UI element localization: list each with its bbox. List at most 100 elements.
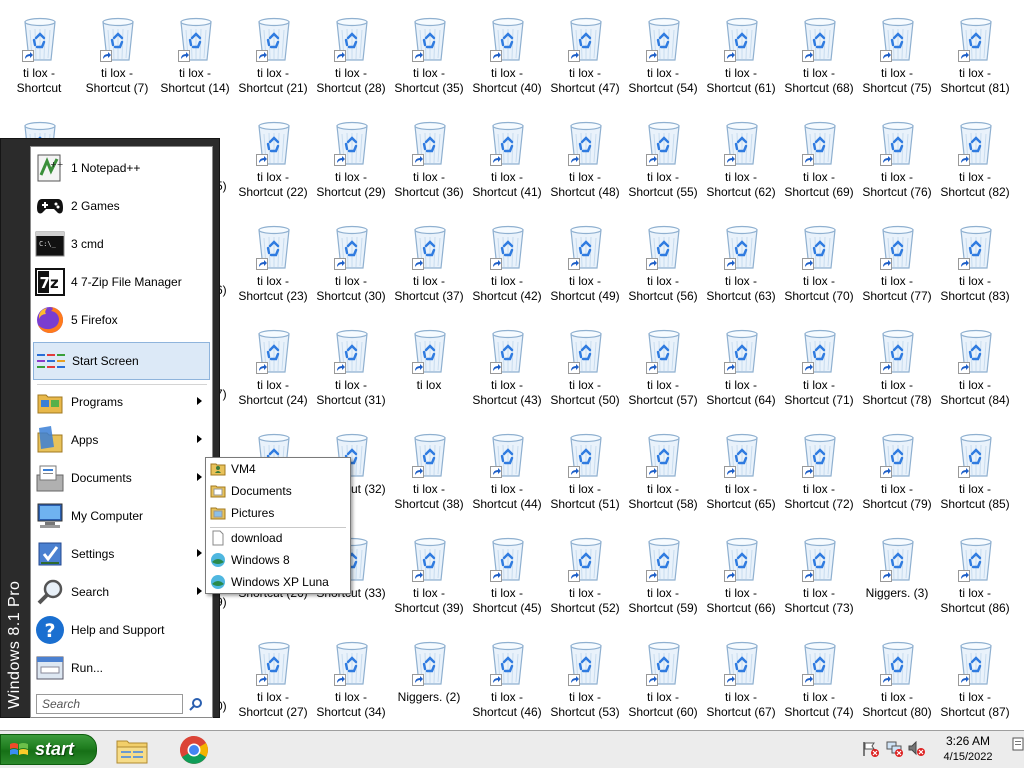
menu-item-cmd[interactable]: C:\_ 3 cmd <box>33 226 210 262</box>
submenu-item-download[interactable]: download <box>209 528 347 548</box>
desktop-shortcut[interactable]: ti lox - Shortcut (46) <box>468 632 546 730</box>
desktop-shortcut[interactable]: ti lox - Shortcut (49) <box>546 216 624 320</box>
desktop-shortcut[interactable]: ti lox - Shortcut (40) <box>468 8 546 112</box>
desktop-shortcut[interactable]: ti lox - Shortcut (57) <box>624 320 702 424</box>
start-button[interactable]: start <box>0 734 97 765</box>
desktop-shortcut[interactable]: ti lox - Shortcut (69) <box>780 112 858 216</box>
start-menu-search-input[interactable]: Search <box>36 694 183 714</box>
desktop-shortcut[interactable]: ti lox - Shortcut (22) <box>234 112 312 216</box>
menu-item-firefox[interactable]: 5 Firefox <box>33 302 210 338</box>
desktop-shortcut[interactable]: ti lox - Shortcut (34) <box>312 632 390 730</box>
desktop-shortcut[interactable]: ti lox - Shortcut (79) <box>858 424 936 528</box>
desktop-shortcut[interactable]: ti lox - Shortcut (50) <box>546 320 624 424</box>
desktop-shortcut[interactable]: ti lox - Shortcut (47) <box>546 8 624 112</box>
menu-item-my-computer[interactable]: My Computer <box>33 498 210 534</box>
desktop-shortcut[interactable]: ti lox - Shortcut (72) <box>780 424 858 528</box>
desktop-shortcut[interactable]: ti lox <box>390 320 468 424</box>
menu-item-7zip[interactable]: 7z 4 7-Zip File Manager <box>33 264 210 300</box>
menu-item-notepad-plus-plus[interactable]: ++ 1 Notepad++ <box>33 150 210 186</box>
menu-item-help-and-support[interactable]: ? Help and Support <box>33 612 210 648</box>
search-icon[interactable] <box>185 694 207 714</box>
desktop-shortcut[interactable]: ti lox - Shortcut (73) <box>780 528 858 632</box>
desktop-shortcut[interactable]: ti lox - Shortcut (68) <box>780 8 858 112</box>
desktop-shortcut[interactable]: Niggers. (2) <box>390 632 468 730</box>
desktop-shortcut[interactable]: ti lox - Shortcut (67) <box>702 632 780 730</box>
desktop-shortcut[interactable]: ti lox - Shortcut (41) <box>468 112 546 216</box>
menu-item-run[interactable]: Run... <box>33 650 210 686</box>
desktop-shortcut[interactable]: ti lox - Shortcut (63) <box>702 216 780 320</box>
notification-icon[interactable] <box>1012 737 1024 751</box>
desktop-shortcut[interactable]: ti lox - Shortcut (62) <box>702 112 780 216</box>
submenu-item-vm4[interactable]: VM4 <box>209 459 347 479</box>
desktop-shortcut[interactable]: ti lox - Shortcut (21) <box>234 8 312 112</box>
menu-item-programs[interactable]: Programs <box>33 384 210 420</box>
desktop-shortcut[interactable]: ti lox - Shortcut (71) <box>780 320 858 424</box>
desktop-shortcut[interactable]: ti lox - Shortcut (85) <box>936 424 1014 528</box>
desktop-shortcut[interactable]: ti lox - Shortcut (42) <box>468 216 546 320</box>
desktop-shortcut[interactable]: ti lox - Shortcut (78) <box>858 320 936 424</box>
clock[interactable]: 3:26 AM 4/15/2022 <box>936 733 1000 765</box>
desktop-shortcut[interactable]: ti lox - Shortcut (35) <box>390 8 468 112</box>
desktop-shortcut[interactable]: Niggers. (3) <box>858 528 936 632</box>
file-explorer-taskbar-button[interactable] <box>114 733 150 766</box>
desktop-shortcut[interactable]: ti lox - Shortcut (48) <box>546 112 624 216</box>
volume-icon[interactable] <box>908 740 926 757</box>
submenu-item-windows-8[interactable]: Windows 8 <box>209 550 347 570</box>
desktop-shortcut[interactable]: ti lox - Shortcut (24) <box>234 320 312 424</box>
desktop-shortcut[interactable]: ti lox - Shortcut (76) <box>858 112 936 216</box>
desktop-shortcut[interactable]: ti lox - Shortcut (30) <box>312 216 390 320</box>
desktop-shortcut[interactable]: ti lox - Shortcut (38) <box>390 424 468 528</box>
submenu-item-pictures[interactable]: Pictures <box>209 503 347 523</box>
network-icon[interactable] <box>886 741 904 757</box>
desktop-shortcut[interactable]: ti lox - Shortcut (82) <box>936 112 1014 216</box>
desktop-shortcut[interactable]: ti lox - Shortcut (56) <box>624 216 702 320</box>
menu-item-apps[interactable]: Apps <box>33 422 210 458</box>
desktop-shortcut[interactable]: ti lox - Shortcut (7) <box>78 8 156 112</box>
desktop-shortcut[interactable]: ti lox - Shortcut (31) <box>312 320 390 424</box>
menu-item-games[interactable]: 2 Games <box>33 188 210 224</box>
menu-item-documents[interactable]: Documents <box>33 460 210 496</box>
desktop-shortcut[interactable]: ti lox - Shortcut (77) <box>858 216 936 320</box>
desktop-shortcut[interactable]: ti lox - Shortcut (60) <box>624 632 702 730</box>
menu-item-start-screen[interactable]: Start Screen <box>33 342 210 380</box>
desktop-shortcut[interactable]: ti lox - Shortcut (52) <box>546 528 624 632</box>
desktop-shortcut[interactable]: ti lox - Shortcut <box>0 8 78 112</box>
desktop-shortcut[interactable]: ti lox - Shortcut (29) <box>312 112 390 216</box>
menu-item-search[interactable]: Search <box>33 574 210 610</box>
desktop-shortcut[interactable]: ti lox - Shortcut (36) <box>390 112 468 216</box>
desktop-shortcut-label: ti lox - Shortcut (85) <box>940 482 1010 511</box>
desktop-shortcut[interactable]: ti lox - Shortcut (65) <box>702 424 780 528</box>
desktop-shortcut[interactable]: ti lox - Shortcut (51) <box>546 424 624 528</box>
desktop-shortcut[interactable]: ti lox - Shortcut (27) <box>234 632 312 730</box>
chrome-taskbar-button[interactable] <box>176 733 212 766</box>
menu-item-settings[interactable]: Settings <box>33 536 210 572</box>
desktop-shortcut[interactable]: ti lox - Shortcut (86) <box>936 528 1014 632</box>
desktop-shortcut[interactable]: ti lox - Shortcut (45) <box>468 528 546 632</box>
desktop-shortcut[interactable]: ti lox - Shortcut (58) <box>624 424 702 528</box>
desktop-shortcut[interactable]: ti lox - Shortcut (80) <box>858 632 936 730</box>
desktop-shortcut[interactable]: ti lox - Shortcut (44) <box>468 424 546 528</box>
action-center-flag-icon[interactable] <box>862 741 880 757</box>
desktop-shortcut[interactable]: ti lox - Shortcut (39) <box>390 528 468 632</box>
desktop-shortcut[interactable]: ti lox - Shortcut (28) <box>312 8 390 112</box>
desktop-shortcut[interactable]: ti lox - Shortcut (64) <box>702 320 780 424</box>
desktop-shortcut[interactable]: ti lox - Shortcut (87) <box>936 632 1014 730</box>
desktop-shortcut[interactable]: ti lox - Shortcut (70) <box>780 216 858 320</box>
desktop-shortcut[interactable]: ti lox - Shortcut (59) <box>624 528 702 632</box>
desktop-shortcut[interactable]: ti lox - Shortcut (81) <box>936 8 1014 112</box>
desktop-shortcut[interactable]: ti lox - Shortcut (53) <box>546 632 624 730</box>
desktop-shortcut[interactable]: ti lox - Shortcut (37) <box>390 216 468 320</box>
desktop-shortcut[interactable]: ti lox - Shortcut (23) <box>234 216 312 320</box>
desktop-shortcut[interactable]: ti lox - Shortcut (84) <box>936 320 1014 424</box>
desktop-shortcut[interactable]: ti lox - Shortcut (43) <box>468 320 546 424</box>
desktop-shortcut[interactable]: ti lox - Shortcut (54) <box>624 8 702 112</box>
desktop-shortcut[interactable]: ti lox - Shortcut (14) <box>156 8 234 112</box>
desktop-shortcut[interactable]: ti lox - Shortcut (61) <box>702 8 780 112</box>
submenu-item-documents[interactable]: Documents <box>209 481 347 501</box>
desktop-shortcut[interactable]: ti lox - Shortcut (75) <box>858 8 936 112</box>
submenu-item-windows-xp-luna[interactable]: Windows XP Luna <box>209 572 347 592</box>
desktop-shortcut[interactable]: ti lox - Shortcut (74) <box>780 632 858 730</box>
desktop-shortcut[interactable]: ti lox - Shortcut (83) <box>936 216 1014 320</box>
desktop-shortcut[interactable]: ti lox - Shortcut (55) <box>624 112 702 216</box>
desktop-shortcut[interactable]: ti lox - Shortcut (66) <box>702 528 780 632</box>
